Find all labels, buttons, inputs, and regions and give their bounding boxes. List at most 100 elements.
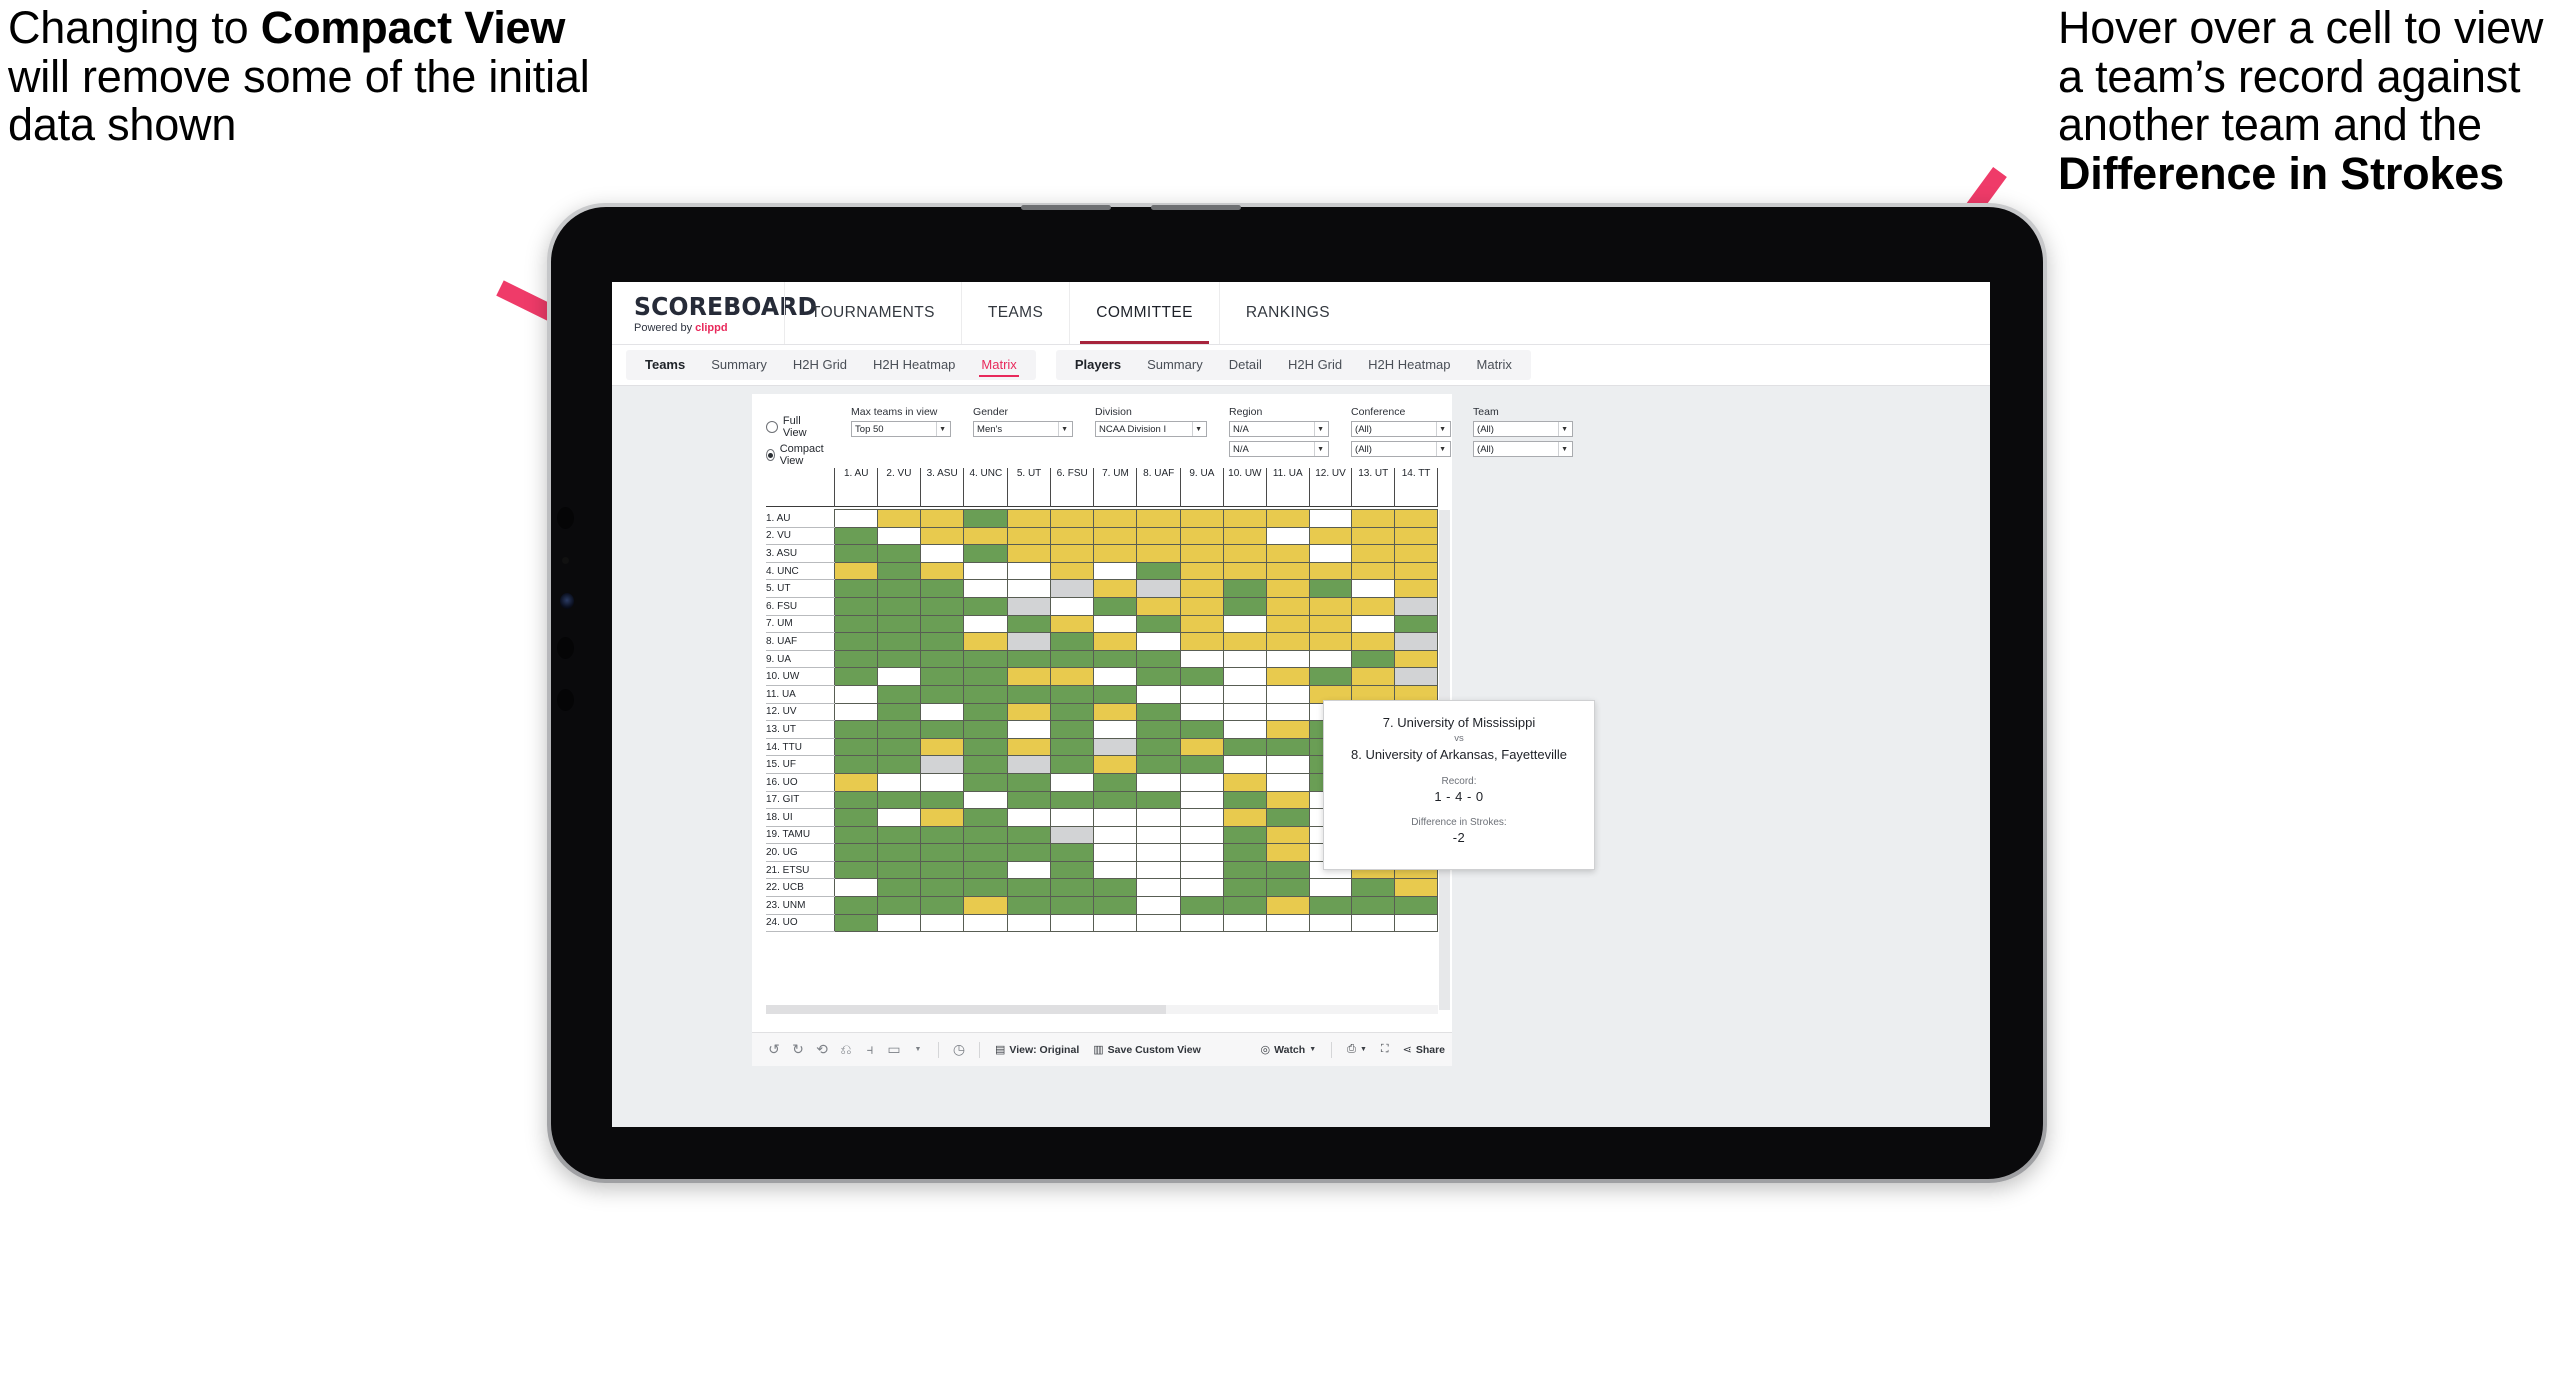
filter-region-select-1[interactable]: N/A ▼ [1229,421,1330,437]
tab-h2h-heatmap[interactable]: H2H Heatmap [1355,350,1463,380]
matrix-cell[interactable] [1394,596,1438,616]
matrix-cell[interactable] [1093,772,1138,792]
matrix-cell[interactable] [1093,860,1138,880]
matrix-cell[interactable] [1136,596,1181,616]
matrix-cell[interactable] [1265,843,1310,862]
matrix-cell[interactable] [877,702,921,722]
filter-region-select-2[interactable]: N/A ▼ [1229,441,1330,457]
matrix-cell[interactable] [877,790,921,810]
matrix-cell[interactable] [1265,772,1310,792]
matrix-cell[interactable] [1222,808,1267,827]
matrix-cell[interactable] [963,737,1009,757]
matrix-cell[interactable] [1180,790,1224,810]
matrix-cell[interactable] [1093,896,1138,915]
matrix-cell[interactable] [834,684,879,704]
matrix-cell[interactable] [1049,913,1095,933]
matrix-cell[interactable] [919,720,965,739]
matrix-cell[interactable] [1265,509,1310,528]
download-button[interactable]: ⎙ ▼ [1340,1043,1374,1056]
matrix-cell[interactable] [1049,790,1095,810]
matrix-cell[interactable] [877,561,921,581]
matrix-row-label[interactable]: 9. UA [766,650,835,669]
matrix-cell[interactable] [963,596,1009,616]
matrix-cell[interactable] [1049,896,1095,915]
matrix-cell[interactable] [1007,614,1051,634]
matrix-cell[interactable] [1093,579,1138,598]
matrix-cell[interactable] [963,526,1009,546]
matrix-row-label[interactable]: 5. UT [766,579,835,598]
matrix-cell[interactable] [877,825,921,845]
matrix-cell[interactable] [1049,579,1095,598]
matrix-cell[interactable] [963,667,1009,686]
matrix-cell[interactable] [1351,878,1396,898]
matrix-cell[interactable] [1180,755,1224,774]
matrix-cell[interactable] [1093,596,1138,616]
matrix-cell[interactable] [834,632,879,651]
matrix-cell[interactable] [1136,896,1181,915]
topnav-item-teams[interactable]: TEAMS [960,282,1069,344]
matrix-cell[interactable] [1265,702,1310,722]
matrix-cell[interactable] [919,614,965,634]
matrix-cell[interactable] [1265,878,1310,898]
matrix-cell[interactable] [1093,649,1138,669]
matrix-cell[interactable] [1222,896,1267,915]
matrix-cell[interactable] [919,596,965,616]
matrix-cell[interactable] [963,878,1009,898]
matrix-cell[interactable] [1093,913,1138,933]
matrix-cell[interactable] [1265,684,1310,704]
matrix-cell[interactable] [1394,667,1438,686]
matrix-cell[interactable] [834,544,879,563]
matrix-cell[interactable] [1265,737,1310,757]
matrix-cell[interactable] [1265,614,1310,634]
matrix-cell[interactable] [1007,526,1051,546]
matrix-cell[interactable] [1394,526,1438,546]
matrix-cell[interactable] [1265,544,1310,563]
matrix-cell[interactable] [919,790,965,810]
matrix-cell[interactable] [1308,896,1353,915]
matrix-cell[interactable] [1180,509,1224,528]
matrix-cell[interactable] [1136,632,1181,651]
matrix-cell[interactable] [877,596,921,616]
matrix-cell[interactable] [963,772,1009,792]
matrix-cell[interactable] [1351,544,1396,563]
matrix-cell[interactable] [919,684,965,704]
matrix-cell[interactable] [1351,913,1396,933]
matrix-cell[interactable] [919,860,965,880]
matrix-cell[interactable] [963,896,1009,915]
matrix-cell[interactable] [877,509,921,528]
matrix-cell[interactable] [834,860,879,880]
radio-full-view[interactable]: Full View [766,415,827,439]
matrix-cell[interactable] [1222,614,1267,634]
matrix-cell[interactable] [1007,649,1051,669]
matrix-cell[interactable] [1308,649,1353,669]
matrix-cell[interactable] [963,684,1009,704]
tab-summary[interactable]: Summary [1134,350,1216,380]
matrix-cell[interactable] [1394,509,1438,528]
view-original-button[interactable]: ▤ View: Original [988,1043,1086,1057]
matrix-cell[interactable] [963,860,1009,880]
matrix-cell[interactable] [1351,561,1396,581]
matrix-cell[interactable] [1308,632,1353,651]
matrix-cell[interactable] [834,720,879,739]
matrix-cell[interactable] [919,755,965,774]
matrix-cell[interactable] [834,614,879,634]
tab-players[interactable]: Players [1062,350,1134,380]
matrix-cell[interactable] [1049,614,1095,634]
matrix-row-label[interactable]: 21. ETSU [766,861,835,880]
matrix-cell[interactable] [1180,808,1224,827]
matrix-cell[interactable] [1180,614,1224,634]
matrix-cell[interactable] [877,843,921,862]
matrix-cell[interactable] [1222,790,1267,810]
matrix-cell[interactable] [1265,667,1310,686]
pause-auto-update-icon[interactable]: ⫞ [858,1041,882,1058]
matrix-cell[interactable] [1136,561,1181,581]
matrix-cell[interactable] [1180,684,1224,704]
matrix-cell[interactable] [1394,896,1438,915]
matrix-row-label[interactable]: 18. UI [766,808,835,827]
matrix-row-label[interactable]: 7. UM [766,615,835,634]
matrix-cell[interactable] [963,544,1009,563]
matrix-row-label[interactable]: 1. AU [766,509,835,528]
matrix-cell[interactable] [1180,544,1224,563]
matrix-row-label[interactable]: 16. UO [766,773,835,792]
matrix-cell[interactable] [1007,790,1051,810]
